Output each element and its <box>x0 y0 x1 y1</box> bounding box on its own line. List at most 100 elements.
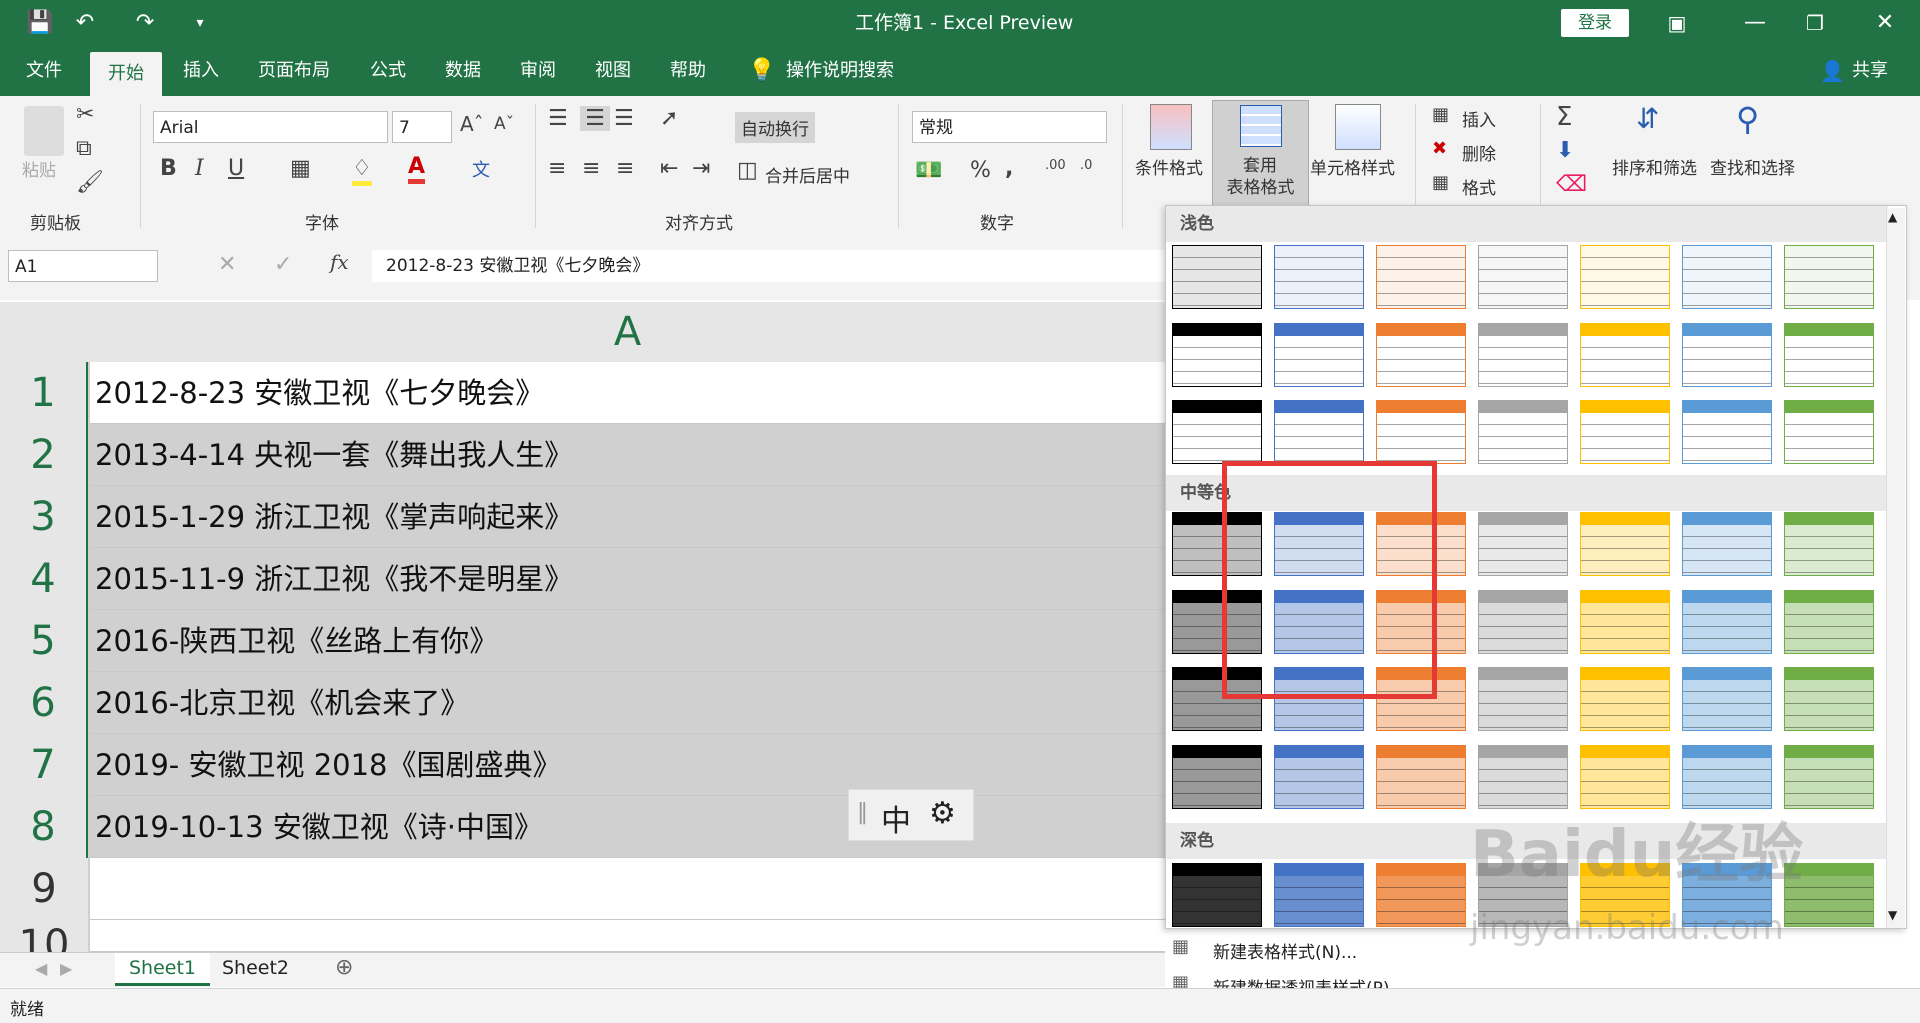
paste-label[interactable]: 粘贴 <box>22 156 56 181</box>
name-box[interactable]: A1 <box>8 250 158 282</box>
underline-button[interactable]: U <box>228 156 244 181</box>
gear-icon[interactable]: ⚙ <box>929 796 956 831</box>
prev-sheet-icon[interactable]: ◀ <box>35 959 47 978</box>
table-style-thumbnail[interactable] <box>1376 400 1466 464</box>
table-style-thumbnail[interactable] <box>1478 590 1568 654</box>
table-style-thumbnail[interactable] <box>1580 245 1670 309</box>
decrease-font-icon[interactable]: Aˇ <box>494 114 514 134</box>
orientation-icon[interactable]: ➚ <box>660 106 678 131</box>
table-style-thumbnail[interactable] <box>1580 590 1670 654</box>
login-button[interactable]: 登录 <box>1561 9 1629 37</box>
row-header[interactable]: 1 <box>0 362 88 424</box>
scroll-up-icon[interactable]: ▲ <box>1888 210 1897 224</box>
table-style-thumbnail[interactable] <box>1478 400 1568 464</box>
share-button[interactable]: 共享 <box>1852 46 1888 96</box>
cell-styles-icon[interactable] <box>1335 104 1381 150</box>
table-style-thumbnail[interactable] <box>1274 400 1364 464</box>
tab-review[interactable]: 审阅 <box>520 46 556 96</box>
table-style-thumbnail[interactable] <box>1172 323 1262 387</box>
add-sheet-icon[interactable]: ⊕ <box>335 955 353 980</box>
table-style-thumbnail[interactable] <box>1682 245 1772 309</box>
cell-a8[interactable]: 2019-10-13 安徽卫视《诗·中国》 <box>90 796 1165 858</box>
table-style-thumbnail[interactable] <box>1580 745 1670 809</box>
row-header[interactable]: 5 <box>0 610 88 672</box>
insert-cells-button[interactable]: 插入 <box>1462 106 1496 131</box>
row-header[interactable]: 8 <box>0 796 88 858</box>
wrap-text-button[interactable]: 自动换行 <box>735 112 815 143</box>
copy-icon[interactable]: ⧉ <box>76 136 92 161</box>
clear-icon[interactable]: ⌫ <box>1556 172 1587 197</box>
cell-a10[interactable] <box>90 920 1165 952</box>
ribbon-display-icon[interactable]: ▣ <box>1662 8 1692 38</box>
font-size-select[interactable]: 7 <box>392 111 452 143</box>
insert-function-button[interactable]: fx <box>330 250 349 274</box>
cell-a3[interactable]: 2015-1-29 浙江卫视《掌声响起来》 <box>90 486 1165 548</box>
tab-home[interactable]: 开始 <box>90 52 162 96</box>
align-bottom-icon[interactable]: ☰ <box>614 106 634 131</box>
table-style-thumbnail[interactable] <box>1274 245 1364 309</box>
select-all-corner[interactable] <box>0 302 90 362</box>
cell-a7[interactable]: 2019- 安徽卫视 2018《国剧盛典》 <box>90 734 1165 796</box>
undo-icon[interactable]: ↶ <box>70 8 100 38</box>
borders-icon[interactable]: ▦ <box>290 156 311 181</box>
table-style-thumbnail[interactable] <box>1682 667 1772 731</box>
drag-handle-icon[interactable]: ‖ <box>857 800 868 825</box>
table-style-thumbnail[interactable] <box>1784 245 1874 309</box>
close-icon[interactable]: ✕ <box>1870 8 1900 38</box>
align-middle-icon[interactable]: ☰ <box>580 106 610 131</box>
tab-insert[interactable]: 插入 <box>183 46 219 96</box>
table-style-thumbnail[interactable] <box>1784 667 1874 731</box>
fill-icon[interactable]: ⬇ <box>1556 138 1574 163</box>
cell-a2[interactable]: 2013-4-14 央视一套《舞出我人生》 <box>90 424 1165 486</box>
table-style-thumbnail[interactable] <box>1172 745 1262 809</box>
delete-cells-button[interactable]: 删除 <box>1462 140 1496 165</box>
cell-styles-button[interactable]: 单元格样式 <box>1310 154 1395 179</box>
autosum-icon[interactable]: Σ <box>1556 102 1572 132</box>
cancel-entry-icon[interactable]: ✕ <box>218 252 236 277</box>
row-header[interactable]: 3 <box>0 486 88 548</box>
tab-file[interactable]: 文件 <box>26 46 62 96</box>
formula-input[interactable]: 2012-8-23 安徽卫视《七夕晚会》 <box>372 250 1172 282</box>
format-as-table-button[interactable]: 套用 表格格式 <box>1212 100 1309 206</box>
percent-button[interactable]: % <box>970 158 991 183</box>
table-style-thumbnail[interactable] <box>1580 400 1670 464</box>
table-style-thumbnail[interactable] <box>1376 245 1466 309</box>
cell-a9[interactable] <box>90 858 1165 920</box>
cell-a5[interactable]: 2016-陕西卫视《丝路上有你》 <box>90 610 1165 672</box>
font-color-icon[interactable]: A <box>408 154 426 184</box>
row-header[interactable]: 4 <box>0 548 88 610</box>
align-left-icon[interactable]: ≡ <box>548 156 566 181</box>
table-style-thumbnail[interactable] <box>1784 400 1874 464</box>
cell-a1[interactable]: 2012-8-23 安徽卫视《七夕晚会》 <box>90 362 1165 424</box>
tab-help[interactable]: 帮助 <box>670 46 706 96</box>
table-style-thumbnail[interactable] <box>1478 245 1568 309</box>
table-style-thumbnail[interactable] <box>1682 400 1772 464</box>
increase-indent-icon[interactable]: ⇥ <box>692 156 710 181</box>
align-top-icon[interactable]: ☰ <box>548 106 568 131</box>
tab-formulas[interactable]: 公式 <box>370 46 406 96</box>
align-right-icon[interactable]: ≡ <box>616 156 634 181</box>
row-header[interactable]: 7 <box>0 734 88 796</box>
row-header[interactable]: 2 <box>0 424 88 486</box>
table-style-thumbnail[interactable] <box>1580 323 1670 387</box>
table-style-thumbnail[interactable] <box>1682 745 1772 809</box>
align-center-icon[interactable]: ≡ <box>582 156 600 181</box>
worksheet-grid[interactable]: 1 2012-8-23 安徽卫视《七夕晚会》 2 2013-4-14 央视一套《… <box>0 362 1165 952</box>
column-header-a[interactable]: A <box>90 302 1165 364</box>
table-style-thumbnail[interactable] <box>1376 745 1466 809</box>
new-table-style-item[interactable]: 新建表格样式(N)... <box>1213 938 1357 963</box>
ime-toolbar[interactable]: ‖ 中 ⚙ <box>848 789 974 841</box>
increase-decimal-icon[interactable]: .00 <box>1045 158 1066 173</box>
sheet-tab[interactable]: Sheet1 <box>115 953 211 986</box>
scroll-down-icon[interactable]: ▼ <box>1888 908 1897 922</box>
row-header[interactable]: 6 <box>0 672 88 734</box>
tab-view[interactable]: 视图 <box>595 46 631 96</box>
customize-qat-icon[interactable]: ▾ <box>185 8 215 38</box>
table-style-thumbnail[interactable] <box>1784 590 1874 654</box>
ime-mode-chinese[interactable]: 中 <box>881 796 911 840</box>
font-name-select[interactable]: Arial <box>153 111 388 143</box>
confirm-entry-icon[interactable]: ✓ <box>274 252 292 277</box>
cell-a6[interactable]: 2016-北京卫视《机会来了》 <box>90 672 1165 734</box>
conditional-format-icon[interactable] <box>1150 104 1192 150</box>
table-style-thumbnail[interactable] <box>1580 667 1670 731</box>
